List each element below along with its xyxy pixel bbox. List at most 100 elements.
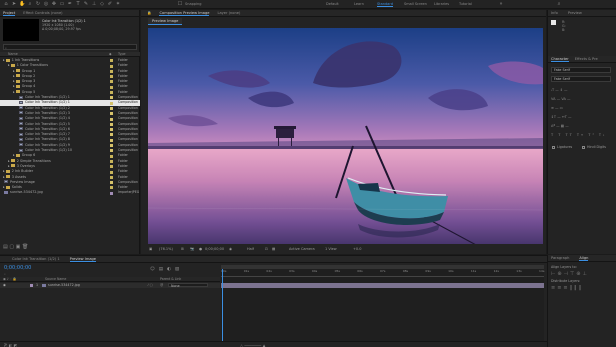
rotate-tool-icon[interactable]: ↻ (35, 1, 41, 7)
label-color-swatch[interactable] (110, 170, 113, 174)
resolution-dropdown[interactable]: Half (247, 247, 254, 251)
label-color-swatch[interactable] (110, 69, 113, 73)
always-preview-icon[interactable]: ▣ (149, 247, 152, 251)
snapping-checkbox-icon[interactable]: ☐ (177, 1, 183, 7)
visibility-eye-icon[interactable]: ◉ (3, 283, 6, 287)
project-search-input[interactable]: ⌕ (3, 44, 137, 50)
leading-icon[interactable]: ⇕ (560, 88, 563, 92)
tab-info[interactable]: Info (551, 11, 558, 15)
project-item[interactable]: sunrise-534472.jpg ImporterJPEG (0, 190, 140, 195)
label-color-swatch[interactable] (110, 133, 113, 137)
faux-italic-icon[interactable]: T (558, 133, 562, 137)
camera-tool-icon[interactable]: ◎ (43, 1, 49, 7)
label-color-swatch[interactable] (110, 85, 113, 89)
label-color-swatch[interactable] (110, 112, 113, 116)
label-color-swatch[interactable] (110, 149, 113, 153)
workspace-more-icon[interactable]: » (498, 1, 504, 7)
stroke-width-icon[interactable]: ≡ (551, 106, 554, 110)
label-color-swatch[interactable] (110, 64, 113, 68)
horizontal-scale-icon[interactable]: ↔T (562, 115, 567, 119)
layer-name[interactable]: sunrise-534472.jpg (48, 283, 80, 287)
selection-tool-icon[interactable]: ➤ (11, 1, 17, 7)
zoom-tool-icon[interactable]: ⌕ (27, 1, 33, 7)
region-of-interest-icon[interactable]: ⊡ (265, 247, 268, 251)
tab-character[interactable]: Character (551, 57, 569, 62)
disclosure-triangle-icon[interactable]: ▸ (13, 90, 15, 94)
disclosure-triangle-icon[interactable]: ▸ (13, 79, 15, 83)
search-help-icon[interactable]: ⌕ (556, 1, 562, 7)
tab-preview[interactable]: Preview (568, 11, 582, 15)
label-color-swatch[interactable] (110, 122, 113, 126)
disclosure-triangle-icon[interactable]: ▸ (3, 169, 5, 173)
superscript-icon[interactable]: T¹ (588, 133, 596, 137)
motion-blur-icon[interactable]: ◐ (167, 267, 175, 272)
label-color-swatch[interactable] (110, 165, 113, 169)
exposure-value[interactable]: +0.0 (353, 247, 362, 251)
disclosure-triangle-icon[interactable]: ▸ (13, 74, 15, 78)
disclosure-triangle-icon[interactable]: ▸ (3, 58, 5, 62)
zoom-dropdown[interactable]: (76.1%) (159, 247, 173, 251)
timeline-timecode[interactable]: 0;00;00;00 (4, 265, 31, 271)
disclosure-triangle-icon[interactable]: ▸ (13, 84, 15, 88)
tab-align[interactable]: Align (579, 256, 589, 261)
disclosure-triangle-icon[interactable]: ▸ (3, 185, 5, 189)
vertical-scale-icon[interactable]: ↕T (551, 115, 556, 119)
tab-effects-presets[interactable]: Effects & Pre (575, 57, 598, 61)
new-folder-icon[interactable]: ▢ (9, 244, 14, 250)
label-color-swatch[interactable] (110, 59, 113, 63)
font-size-icon[interactable]: ₜT (551, 88, 554, 92)
rectangle-tool-icon[interactable]: ▭ (59, 1, 65, 7)
interpret-footage-icon[interactable]: ▤ (3, 244, 8, 250)
tracking-icon[interactable]: VA (561, 97, 566, 101)
show-channel-icon[interactable]: ● (199, 247, 202, 251)
time-ruler[interactable]: 00s 01s 02s 03s 04s 05s 06s 07s 08s 09s 10s 11s 12s 1… (221, 269, 544, 277)
puppet-tool-icon[interactable]: ✶ (115, 1, 121, 7)
workspace-tutorial[interactable]: Tutorial (459, 2, 472, 6)
label-color-swatch[interactable] (110, 128, 113, 132)
camera-icon[interactable]: ◉ (229, 247, 232, 251)
column-name[interactable]: Name (8, 52, 18, 56)
label-color-swatch[interactable] (110, 154, 113, 158)
label-color-swatch[interactable] (110, 181, 113, 185)
camera-dropdown[interactable]: Active Camera (289, 247, 315, 251)
disclosure-triangle-icon[interactable]: ▸ (8, 159, 10, 163)
disclosure-triangle-icon[interactable]: ▸ (8, 164, 10, 168)
pen-tool-icon[interactable]: ✒ (67, 1, 73, 7)
clone-stamp-tool-icon[interactable]: ⊥ (91, 1, 97, 7)
label-color-swatch[interactable] (110, 96, 113, 100)
tab-effect-controls[interactable]: Effect Controls (none) (23, 11, 62, 15)
toggle-switches-icon[interactable]: ⎗ ◧ ◩ (4, 343, 17, 347)
shy-icon[interactable]: ☺ (150, 267, 159, 272)
workspace-libraries[interactable]: Libraries (434, 2, 449, 6)
label-color-swatch[interactable] (110, 117, 113, 121)
label-color-swatch[interactable] (110, 191, 113, 195)
kerning-icon[interactable]: VA (551, 97, 556, 101)
zoom-slider[interactable]: △ ─────── ▲ (240, 343, 266, 347)
disclosure-triangle-icon[interactable]: ▸ (13, 153, 15, 157)
font-style-dropdown[interactable]: Fake Serif (551, 76, 611, 82)
disclosure-triangle-icon[interactable]: ▸ (8, 63, 10, 67)
subscript-icon[interactable]: T₁ (599, 133, 607, 137)
label-color-swatch[interactable] (110, 186, 113, 190)
column-parent-link[interactable]: Parent & Link (160, 277, 181, 281)
layer-duration-bar[interactable] (221, 283, 544, 288)
label-color-swatch[interactable] (110, 80, 113, 84)
label-color-swatch[interactable] (110, 175, 113, 179)
tab-project[interactable]: Project (3, 11, 16, 16)
hand-tool-icon[interactable]: ✋ (19, 1, 25, 7)
transparency-grid-icon[interactable]: ▦ (272, 247, 275, 251)
label-color-swatch[interactable] (110, 144, 113, 148)
ligatures-checkbox[interactable] (552, 146, 555, 149)
tab-paragraph[interactable]: Paragraph (551, 256, 569, 260)
small-caps-icon[interactable]: Tт (577, 133, 585, 137)
graph-editor-icon[interactable]: ▧ (175, 267, 183, 272)
tab-timeline-preview-image[interactable]: Preview Image (69, 257, 97, 262)
column-type[interactable]: Type (118, 52, 126, 56)
new-composition-icon[interactable]: ▣ (16, 244, 21, 250)
timeline-layer-row[interactable]: ◉ 1 sunrise-534472.jpg ⁄ ▢ @ None (0, 283, 220, 288)
tab-composition[interactable]: Composition Preview Image (159, 11, 210, 16)
timecode-display[interactable]: 0;00;00;00 (205, 247, 224, 251)
workspace-standard[interactable]: Standard (377, 2, 393, 7)
disclosure-triangle-icon[interactable]: ▸ (13, 69, 15, 73)
column-source-name[interactable]: Source Name (45, 277, 66, 281)
